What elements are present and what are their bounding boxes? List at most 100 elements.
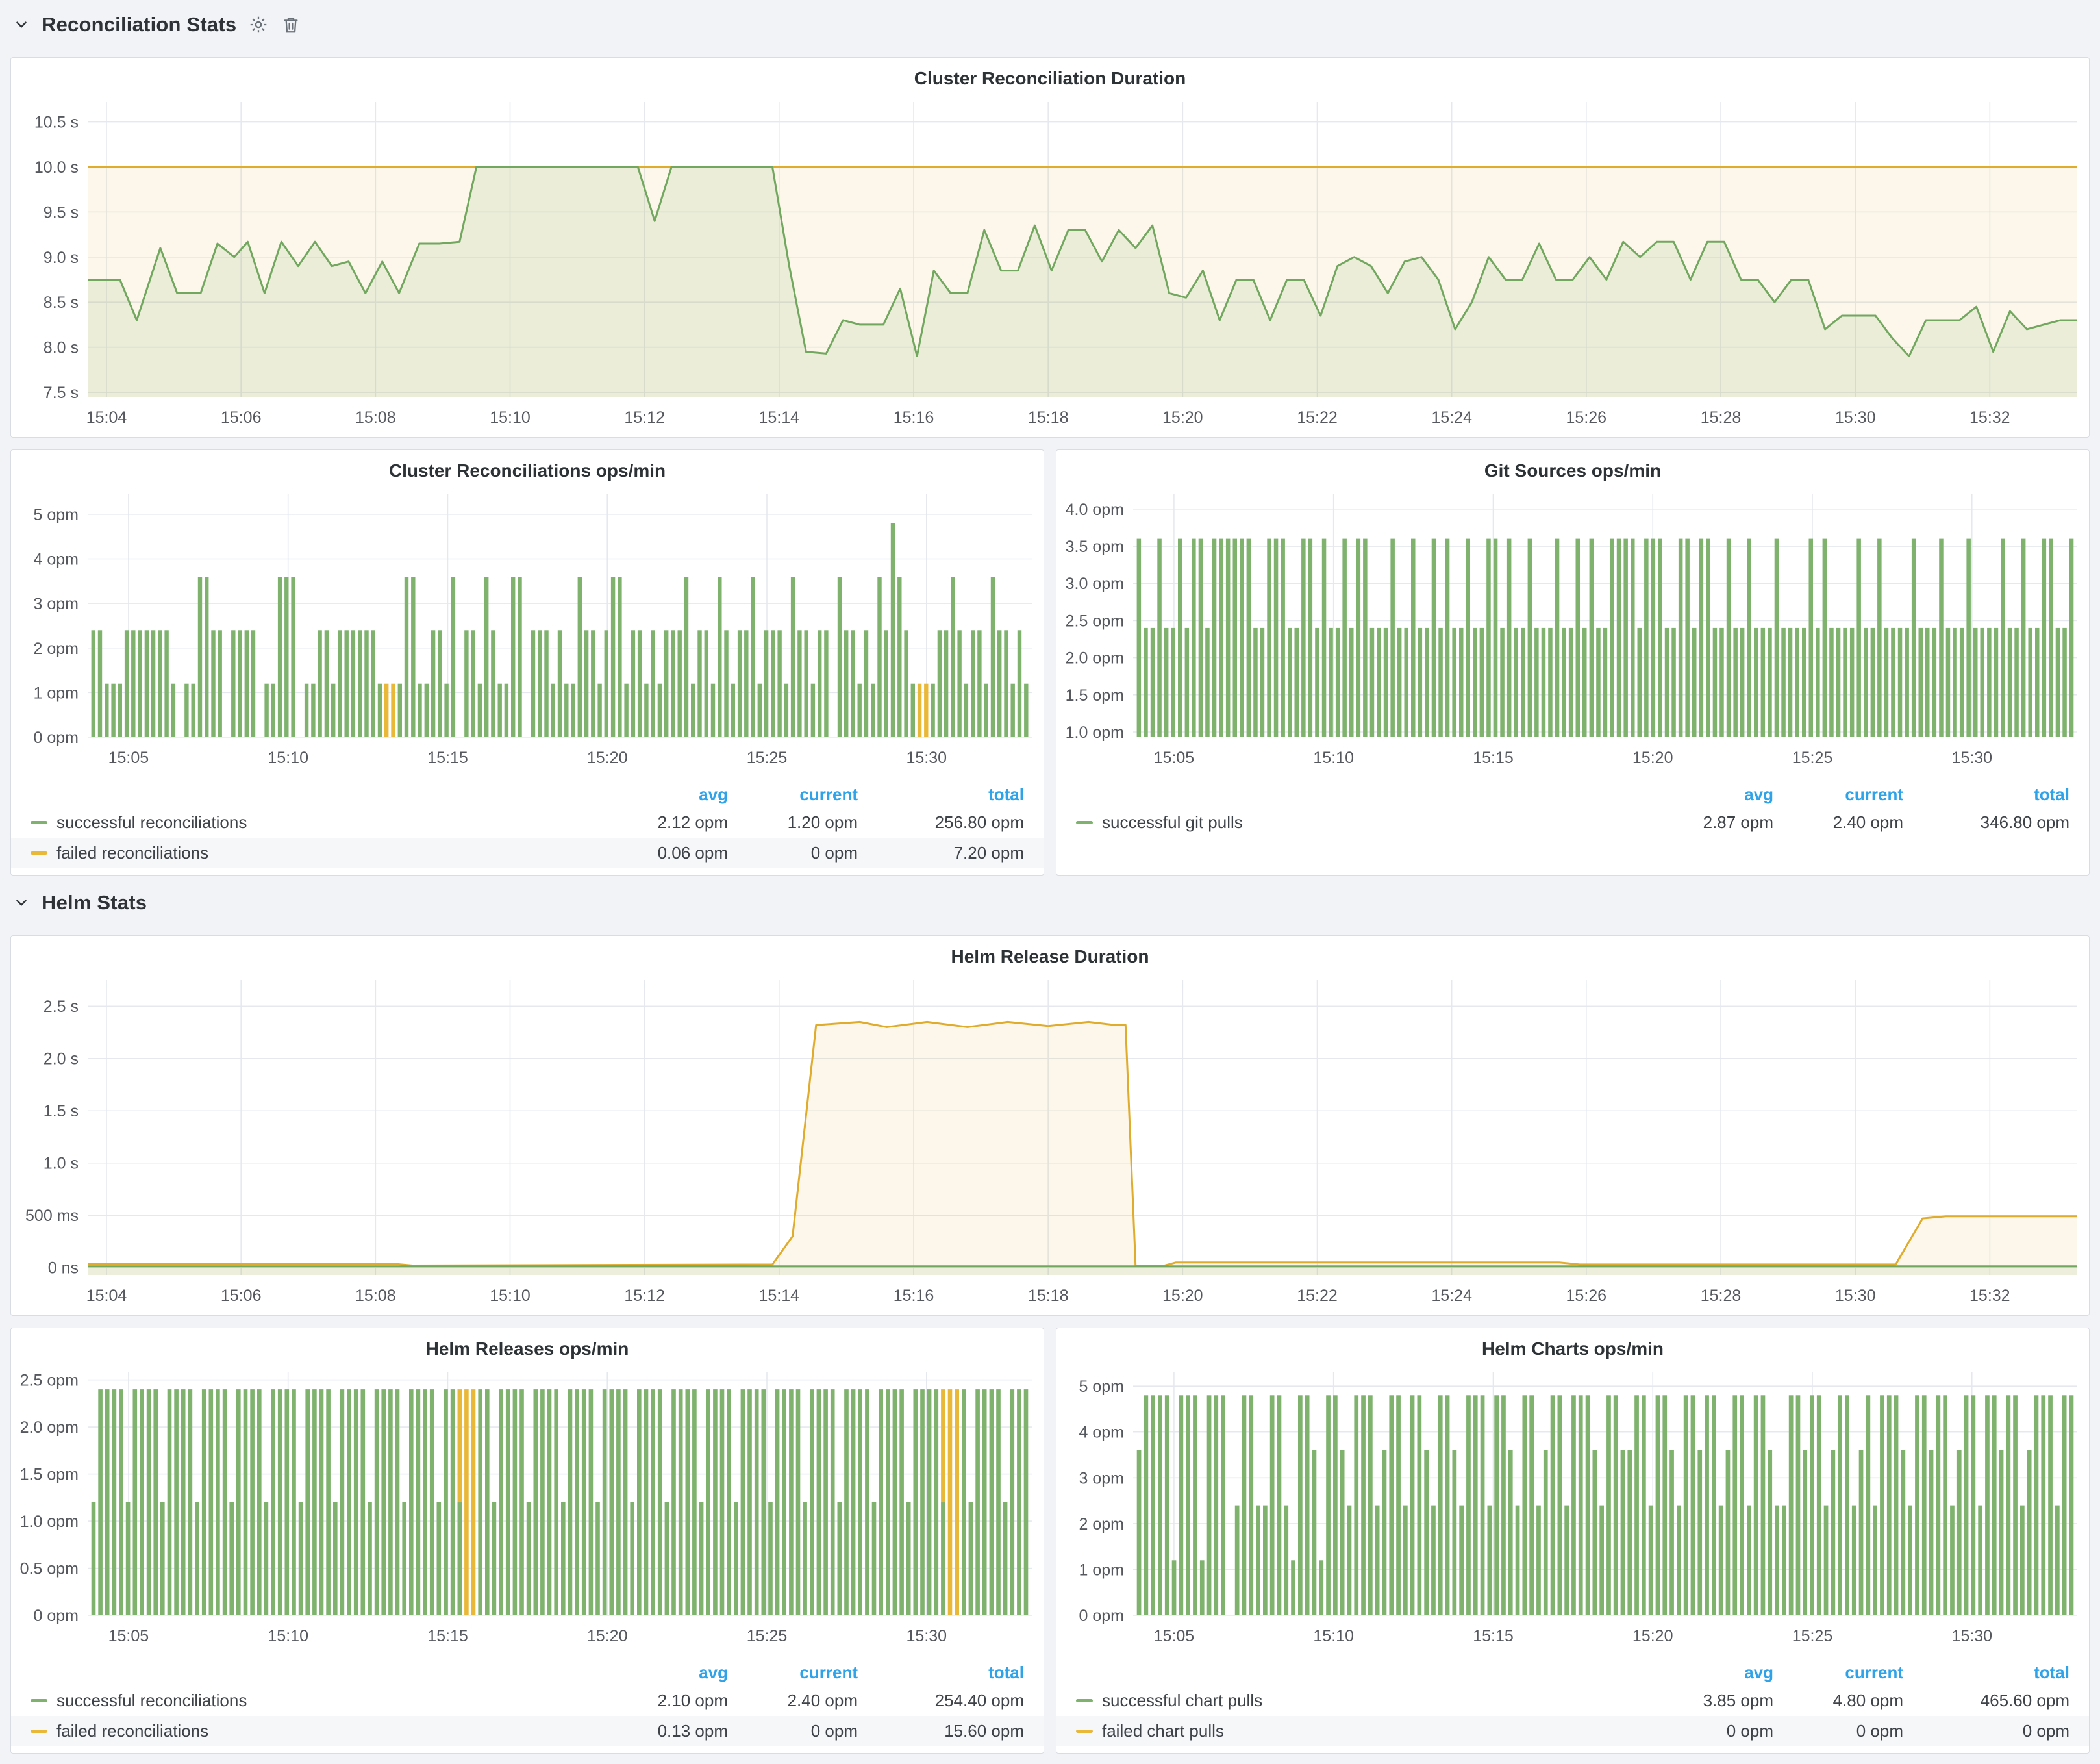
legend-col-current[interactable]: current (1773, 785, 1903, 805)
svg-text:15:15: 15:15 (1473, 749, 1514, 767)
gear-icon[interactable] (248, 14, 269, 35)
legend-value-avg: 2.10 opm (598, 1691, 728, 1711)
legend-header-row: avgcurrenttotal (11, 781, 1044, 807)
series-color-dash-icon (31, 821, 47, 824)
legend-col-current[interactable]: current (1773, 1663, 1903, 1683)
svg-text:1.5 s: 1.5 s (44, 1102, 79, 1120)
svg-text:15:05: 15:05 (108, 1627, 149, 1645)
svg-text:15:12: 15:12 (624, 1287, 665, 1305)
legend-value-avg: 2.87 opm (1644, 813, 1773, 833)
legend-row: successful reconciliations2.12 opm1.20 o… (11, 807, 1044, 838)
legend-col-current[interactable]: current (728, 785, 858, 805)
panel-title[interactable]: Helm Releases ops/min (11, 1328, 1044, 1362)
svg-text:15:20: 15:20 (587, 749, 628, 767)
svg-text:15:30: 15:30 (906, 749, 947, 767)
legend-value-current: 0 opm (728, 843, 858, 863)
legend-value-current: 0 opm (1773, 1721, 1903, 1741)
svg-text:1.5 opm: 1.5 opm (20, 1466, 79, 1484)
legend-value-total: 15.60 opm (858, 1721, 1024, 1741)
svg-text:2.5 s: 2.5 s (44, 998, 79, 1016)
legend-series-toggle[interactable]: failed chart pulls (1076, 1721, 1644, 1741)
panel-title[interactable]: Cluster Reconciliations ops/min (11, 450, 1044, 484)
legend-row: successful reconciliations2.10 opm2.40 o… (11, 1685, 1044, 1716)
legend-series-toggle[interactable]: failed reconciliations (31, 843, 598, 863)
legend-col-current[interactable]: current (728, 1663, 858, 1683)
legend-value-total: 346.80 opm (1903, 813, 2069, 833)
svg-text:15:15: 15:15 (427, 749, 468, 767)
helm-charts-opm-chart[interactable]: 0 opm1 opm2 opm3 opm4 opm5 opm15:0515:10… (1056, 1362, 2089, 1656)
svg-text:2.0 opm: 2.0 opm (20, 1418, 79, 1437)
legend-col-avg[interactable]: avg (1644, 785, 1773, 805)
git-sources-opm-chart[interactable]: 1.0 opm1.5 opm2.0 opm2.5 opm3.0 opm3.5 o… (1056, 484, 2089, 777)
section-title: Reconciliation Stats (42, 13, 236, 36)
svg-text:0 opm: 0 opm (34, 729, 79, 747)
svg-text:5 opm: 5 opm (1079, 1378, 1124, 1396)
panel-title[interactable]: Git Sources ops/min (1056, 450, 2089, 484)
svg-text:15:15: 15:15 (427, 1627, 468, 1645)
svg-text:15:10: 15:10 (490, 1287, 531, 1305)
legend-col-total[interactable]: total (1903, 785, 2069, 805)
legend-value-current: 2.40 opm (728, 1691, 858, 1711)
legend-col-avg[interactable]: avg (598, 1663, 728, 1683)
svg-text:15:05: 15:05 (108, 749, 149, 767)
svg-text:9.0 s: 9.0 s (44, 249, 79, 267)
svg-text:15:20: 15:20 (1162, 1287, 1203, 1305)
legend-series-label: successful chart pulls (1102, 1691, 1262, 1711)
svg-text:15:06: 15:06 (221, 1287, 262, 1305)
legend-value-avg: 0.13 opm (598, 1721, 728, 1741)
legend-series-toggle[interactable]: successful chart pulls (1076, 1691, 1644, 1711)
legend-value-current: 0 opm (728, 1721, 858, 1741)
svg-text:15:14: 15:14 (759, 409, 800, 427)
svg-text:3 opm: 3 opm (34, 595, 79, 613)
legend-col-total[interactable]: total (1903, 1663, 2069, 1683)
svg-text:0 opm: 0 opm (34, 1607, 79, 1625)
svg-text:1.0 opm: 1.0 opm (1066, 724, 1124, 742)
svg-text:1 opm: 1 opm (1079, 1561, 1124, 1579)
legend-row: successful git pulls2.87 opm2.40 opm346.… (1056, 807, 2089, 838)
svg-text:15:28: 15:28 (1701, 409, 1742, 427)
svg-text:0 ns: 0 ns (48, 1259, 79, 1278)
svg-text:15:22: 15:22 (1297, 409, 1338, 427)
svg-text:15:26: 15:26 (1566, 409, 1607, 427)
legend-series-toggle[interactable]: successful reconciliations (31, 1691, 598, 1711)
cluster-reconciliation-duration-chart[interactable]: 7.5 s8.0 s8.5 s9.0 s9.5 s10.0 s10.5 s15:… (11, 92, 2089, 437)
cluster-reconciliations-opm-chart[interactable]: 0 opm1 opm2 opm3 opm4 opm5 opm15:0515:10… (11, 484, 1044, 777)
section-header-helm-stats[interactable]: Helm Stats (10, 885, 2090, 924)
legend: avgcurrenttotalsuccessful reconciliation… (11, 1656, 1044, 1753)
legend-col-avg[interactable]: avg (1644, 1663, 1773, 1683)
legend-value-total: 465.60 opm (1903, 1691, 2069, 1711)
panel-title[interactable]: Helm Release Duration (11, 936, 2089, 970)
svg-text:2 opm: 2 opm (34, 640, 79, 658)
svg-text:15:15: 15:15 (1473, 1627, 1514, 1645)
svg-text:2 opm: 2 opm (1079, 1515, 1124, 1533)
svg-text:15:18: 15:18 (1028, 409, 1069, 427)
section-header-reconciliation-stats[interactable]: Reconciliation Stats (10, 6, 2090, 45)
svg-text:15:04: 15:04 (86, 409, 127, 427)
legend-col-total[interactable]: total (858, 785, 1024, 805)
legend-series-toggle[interactable]: successful reconciliations (31, 813, 598, 833)
helm-releases-opm-chart[interactable]: 0 opm0.5 opm1.0 opm1.5 opm2.0 opm2.5 opm… (11, 1362, 1044, 1656)
legend-value-total: 254.40 opm (858, 1691, 1024, 1711)
svg-text:15:25: 15:25 (1792, 749, 1833, 767)
svg-text:3.0 opm: 3.0 opm (1066, 575, 1124, 593)
panel-title[interactable]: Helm Charts ops/min (1056, 1328, 2089, 1362)
svg-text:15:06: 15:06 (221, 409, 262, 427)
panel-title[interactable]: Cluster Reconciliation Duration (11, 58, 2089, 92)
panel-helm-release-duration: Helm Release Duration 0 ns500 ms1.0 s1.5… (10, 935, 2090, 1316)
legend-series-toggle[interactable]: successful git pulls (1076, 813, 1644, 833)
svg-text:15:18: 15:18 (1028, 1287, 1069, 1305)
legend-value-total: 7.20 opm (858, 843, 1024, 863)
legend-series-toggle[interactable]: failed reconciliations (31, 1721, 598, 1741)
panel-cluster-reconciliation-duration: Cluster Reconciliation Duration 7.5 s8.0… (10, 57, 2090, 438)
svg-text:15:24: 15:24 (1431, 1287, 1472, 1305)
legend-col-avg[interactable]: avg (598, 785, 728, 805)
svg-text:3 opm: 3 opm (1079, 1469, 1124, 1487)
svg-text:15:30: 15:30 (1952, 1627, 1993, 1645)
legend-col-total[interactable]: total (858, 1663, 1024, 1683)
trash-icon[interactable] (281, 14, 301, 35)
legend-series-label: failed reconciliations (56, 1721, 208, 1741)
legend-header-row: avgcurrenttotal (1056, 1659, 2089, 1685)
svg-text:15:10: 15:10 (490, 409, 531, 427)
helm-release-duration-chart[interactable]: 0 ns500 ms1.0 s1.5 s2.0 s2.5 s15:0415:06… (11, 970, 2089, 1315)
legend-series-label: successful git pulls (1102, 813, 1243, 833)
